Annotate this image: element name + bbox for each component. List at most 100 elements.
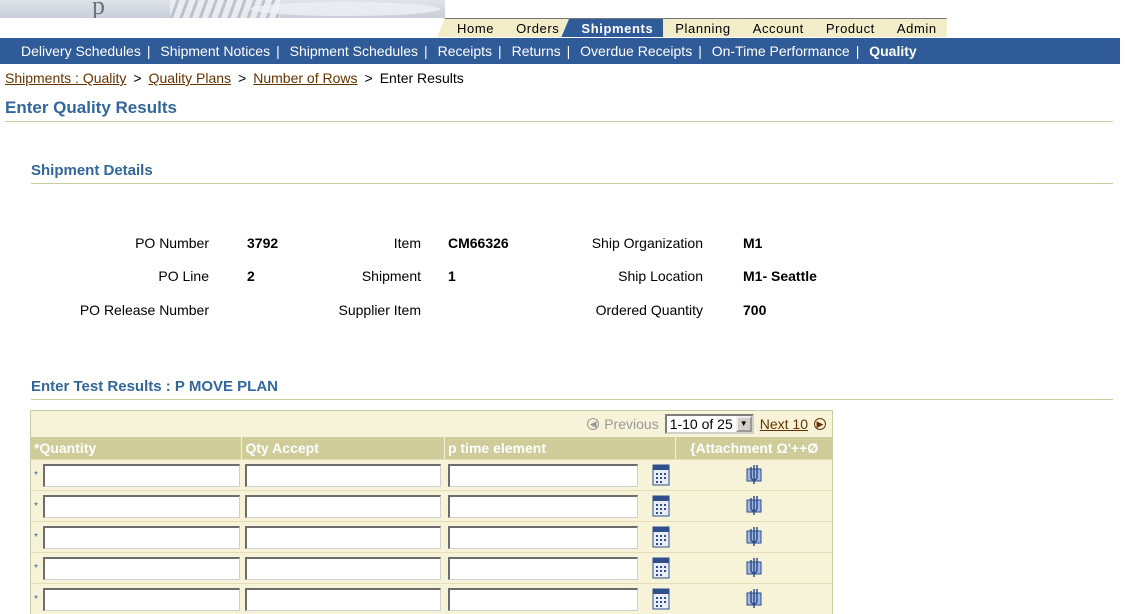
subnav-separator: |: [498, 43, 502, 59]
previous-arrow-icon: ◀: [587, 418, 600, 430]
paperclip-icon[interactable]: [744, 495, 764, 517]
required-indicator: *: [34, 531, 38, 543]
breadcrumb-shipments-quality[interactable]: Shipments : Quality: [5, 70, 126, 86]
subnav-quality[interactable]: Quality: [869, 43, 916, 59]
breadcrumb: Shipments : Quality > Quality Plans > Number…: [5, 70, 464, 86]
quantity-cell: *: [31, 584, 242, 614]
subnav-delivery-schedules[interactable]: Delivery Schedules: [21, 43, 141, 59]
brand-logo: p: [92, 0, 105, 18]
tab-admin[interactable]: Admin: [876, 18, 947, 37]
qty-accept-input[interactable]: [245, 587, 442, 611]
p-time-element-cell: [445, 460, 676, 490]
p-time-element-input[interactable]: [447, 525, 638, 549]
breadcrumb-current: Enter Results: [379, 70, 464, 86]
ship-location-value: M1- Seattle: [743, 268, 817, 284]
quantity-cell: *: [31, 553, 242, 583]
quantity-input[interactable]: [43, 463, 240, 487]
item-value: CM66326: [448, 235, 509, 251]
qty-accept-input[interactable]: [245, 556, 442, 580]
qty-accept-cell: [242, 553, 445, 583]
previous-link: ◀ Previous: [587, 416, 659, 432]
quantity-input[interactable]: [43, 494, 240, 518]
breadcrumb-separator: >: [133, 70, 142, 86]
tab-orders[interactable]: Orders: [496, 18, 570, 37]
subnav-separator: |: [276, 43, 280, 59]
table-body: * * * * *: [31, 459, 832, 614]
subnav-shipment-notices[interactable]: Shipment Notices: [160, 43, 270, 59]
p-time-element-input[interactable]: [447, 494, 638, 518]
next-10-link[interactable]: Next 10: [760, 416, 808, 432]
attachment-cell: [676, 584, 832, 614]
table-row: *: [31, 459, 832, 490]
tab-home[interactable]: Home: [437, 18, 505, 37]
tab-product[interactable]: Product: [805, 18, 885, 37]
ordered-quantity-label: Ordered Quantity: [595, 302, 703, 318]
quantity-input[interactable]: [43, 556, 240, 580]
breadcrumb-separator: >: [238, 70, 247, 86]
table-row: *: [31, 490, 832, 521]
column-header-p-time-element: p time element: [445, 437, 677, 459]
test-results-heading: Enter Test Results : P MOVE PLAN: [31, 378, 1113, 400]
shipment-details-heading: Shipment Details: [31, 162, 1113, 184]
tab-shipments[interactable]: Shipments: [561, 18, 664, 37]
global-header: p Home Orders Shipments Planning Account…: [0, 0, 1127, 38]
calendar-icon[interactable]: [652, 557, 670, 579]
quantity-input[interactable]: [43, 525, 240, 549]
ordered-quantity-value: 700: [743, 302, 767, 318]
record-range-select[interactable]: 1-10 of 25 ▼: [664, 414, 754, 434]
qty-accept-input[interactable]: [245, 463, 442, 487]
qty-accept-cell: [242, 584, 445, 614]
table-row: *: [31, 552, 832, 583]
p-time-element-input[interactable]: [447, 463, 638, 487]
p-time-element-input[interactable]: [447, 556, 638, 580]
attachment-cell: [676, 553, 832, 583]
calendar-icon[interactable]: [652, 495, 670, 517]
shipment-label: Shipment: [361, 268, 421, 284]
po-number-label: PO Number: [135, 235, 209, 251]
breadcrumb-number-of-rows[interactable]: Number of Rows: [253, 70, 357, 86]
global-tabs: Home Orders Shipments Planning Account P…: [437, 18, 947, 37]
subnav-on-time-performance[interactable]: On-Time Performance: [712, 43, 850, 59]
calendar-icon[interactable]: [652, 588, 670, 610]
tab-planning[interactable]: Planning: [655, 18, 741, 37]
p-time-element-cell: [445, 584, 676, 614]
paperclip-icon[interactable]: [744, 557, 764, 579]
quantity-cell: *: [31, 460, 242, 490]
item-label: Item: [393, 235, 421, 251]
subnav-separator: |: [566, 43, 571, 59]
tab-account[interactable]: Account: [732, 18, 814, 37]
sub-navigation: Delivery Schedules | Shipment Notices | Sh…: [0, 38, 1120, 64]
subnav-shipment-schedules[interactable]: Shipment Schedules: [290, 43, 418, 59]
column-header-quantity: *Quantity: [31, 437, 243, 459]
ship-organization-label: Ship Organization: [591, 235, 703, 251]
subnav-separator: |: [855, 43, 860, 59]
subnav-receipts[interactable]: Receipts: [438, 43, 492, 59]
paperclip-icon[interactable]: [744, 526, 764, 548]
required-indicator: *: [34, 593, 38, 605]
column-header-attachment: {Attachment Ω'++Ø: [690, 440, 819, 456]
quantity-input[interactable]: [43, 587, 240, 611]
attachment-cell: [676, 491, 832, 521]
p-time-element-input[interactable]: [447, 587, 638, 611]
table-header-row: *Quantity Qty Accept p time element {Att…: [31, 437, 832, 459]
calendar-icon[interactable]: [652, 526, 670, 548]
breadcrumb-separator: >: [364, 70, 373, 86]
p-time-element-cell: [445, 491, 676, 521]
qty-accept-cell: [242, 522, 445, 552]
po-release-number-label: PO Release Number: [79, 302, 209, 318]
dropdown-arrow-icon[interactable]: ▼: [735, 416, 752, 432]
breadcrumb-quality-plans[interactable]: Quality Plans: [149, 70, 231, 86]
subnav-returns[interactable]: Returns: [512, 43, 561, 59]
logo-swoosh: [250, 2, 440, 16]
subnav-overdue-receipts[interactable]: Overdue Receipts: [580, 43, 692, 59]
paperclip-icon[interactable]: [744, 588, 764, 610]
qty-accept-input[interactable]: [245, 494, 442, 518]
previous-label: Previous: [604, 416, 659, 432]
page-title: Enter Quality Results: [5, 98, 1113, 122]
test-results-table: ◀ Previous 1-10 of 25 ▼ Next 10 ▶ *Quant…: [30, 410, 833, 614]
calendar-icon[interactable]: [652, 464, 670, 486]
next-arrow-icon[interactable]: ▶: [814, 418, 826, 430]
qty-accept-input[interactable]: [245, 525, 442, 549]
paperclip-icon[interactable]: [744, 464, 764, 486]
po-number-value: 3792: [247, 235, 279, 251]
